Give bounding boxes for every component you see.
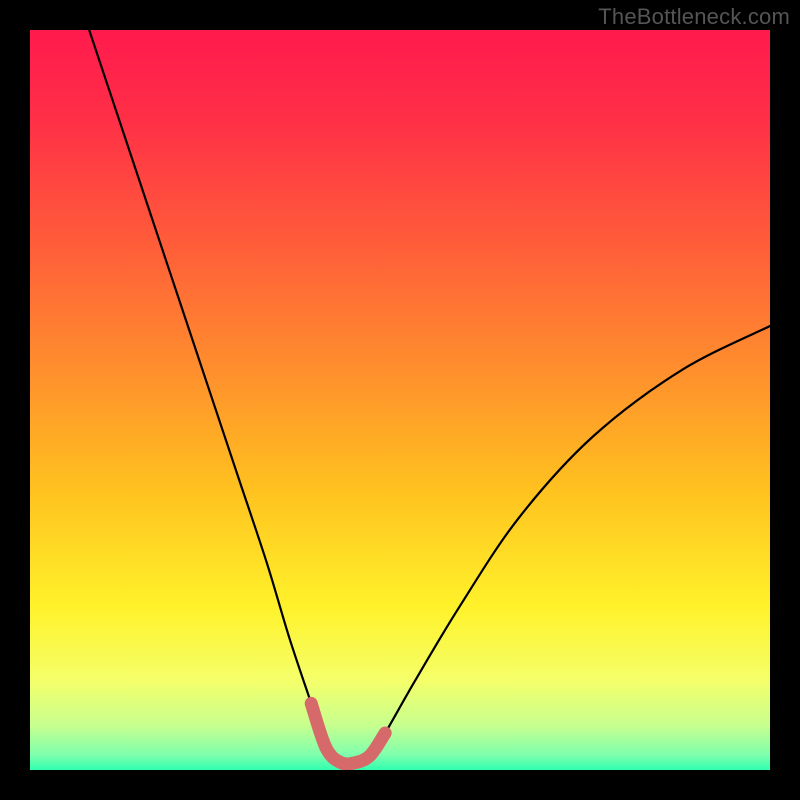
chart-frame: TheBottleneck.com: [0, 0, 800, 800]
watermark-label: TheBottleneck.com: [598, 4, 790, 30]
curve-bottom-highlight: [311, 703, 385, 764]
plot-area: [30, 30, 770, 770]
bottleneck-curve: [30, 30, 770, 770]
curve-line: [89, 30, 770, 764]
